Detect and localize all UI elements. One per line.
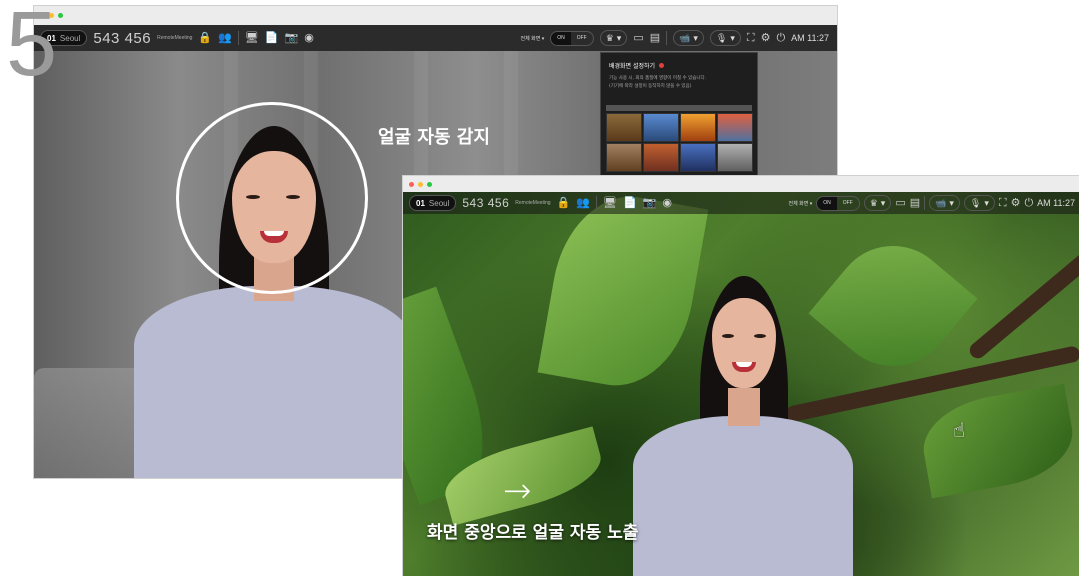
step-number: 5 (6, 0, 57, 95)
thumbnail-strip (606, 105, 752, 111)
room-name: Seoul (428, 198, 450, 208)
capture-icon[interactable]: 📷 (643, 197, 657, 209)
screen-share-icon[interactable]: 🖥 (603, 197, 617, 209)
close-window-button[interactable] (409, 182, 414, 187)
meeting-label: RemoteMeeting (157, 35, 193, 41)
host-menu[interactable]: ♛ ▾ (599, 30, 628, 46)
meeting-id: 543 456 (93, 29, 152, 47)
maximize-window-button[interactable] (427, 182, 432, 187)
background-thumbnail[interactable] (717, 143, 753, 172)
record-icon[interactable]: ◉ (304, 32, 314, 44)
mic-icon: 🎙 (715, 32, 728, 43)
background-thumbnail[interactable] (606, 143, 642, 172)
participant-face (712, 298, 776, 388)
auto-framing-caption: 화면 중앙으로 얼굴 자동 노출 (427, 523, 639, 543)
mic-menu[interactable]: 🎙 ▾ (709, 30, 741, 46)
camera-menu[interactable]: 📹 ▾ (673, 30, 704, 46)
participants-icon[interactable]: 👥 (218, 32, 232, 44)
toggle-on[interactable]: ON (551, 31, 571, 45)
panel-description: 기능 사용 시, 회의 품질에 영향이 미칠 수 있습니다. (기기에 따라 설… (609, 75, 749, 91)
on-off-toggle[interactable]: ON OFF (816, 195, 860, 211)
participants-icon[interactable]: 👥 (576, 197, 590, 209)
chevron-down-icon: ▾ (949, 197, 954, 208)
crown-icon: ♛ (605, 32, 614, 43)
maximize-window-button[interactable] (58, 13, 63, 18)
background-thumbnail[interactable] (606, 113, 642, 142)
window-titlebar (403, 176, 1079, 192)
panel-description-line1: 기능 사용 시, 회의 품질에 영향이 미칠 수 있습니다. (609, 76, 707, 81)
mic-icon: 🎙 (969, 197, 982, 208)
toolbar-divider (924, 196, 926, 210)
face-detection-label: 얼굴 자동 감지 (378, 127, 490, 148)
chevron-down-icon: ▾ (730, 32, 735, 43)
layout-icon[interactable]: ▭ (633, 32, 643, 44)
screen-share-icon[interactable]: 🖥 (245, 32, 259, 44)
arrow-right-icon: → (503, 471, 532, 511)
toggle-off[interactable]: OFF (571, 32, 593, 45)
toolbar-divider (666, 31, 668, 45)
panel-title: 배경화면 설정하기 (609, 61, 665, 70)
close-dot-icon[interactable] (659, 63, 665, 68)
background-thumbnail[interactable] (680, 143, 716, 172)
window-titlebar (34, 6, 837, 25)
clock: AM 11:27 (791, 33, 829, 43)
participant-video (618, 276, 868, 576)
settings-icon[interactable]: ⚙ (1011, 197, 1021, 209)
layout-grid-icon[interactable]: ▤ (910, 197, 920, 209)
document-icon[interactable]: 📄 (623, 197, 637, 209)
lock-icon[interactable]: 🔒 (198, 32, 212, 44)
background-thumbnail[interactable] (717, 113, 753, 142)
view-mode-select[interactable]: 전체 화면 ▾ (789, 200, 813, 207)
panel-description-line2: (기기에 따라 설정이 동작하지 않을 수 있음) (609, 84, 692, 89)
toolbar-divider (237, 31, 239, 45)
capture-icon[interactable]: 📷 (284, 32, 298, 44)
meeting-label: RemoteMeeting (515, 200, 551, 206)
document-icon[interactable]: 📄 (265, 32, 279, 44)
meeting-toolbar: 01 Seoul 543 456 RemoteMeeting 🔒 👥 🖥 📄 📷… (403, 192, 1079, 214)
view-mode-select[interactable]: 전체 화면 ▾ (521, 35, 545, 42)
room-number: 01 (416, 198, 425, 208)
chevron-down-icon: ▾ (984, 197, 989, 208)
video-icon: 📹 (679, 32, 691, 43)
meeting-toolbar: 01 Seoul 543 456 RemoteMeeting 🔒 👥 🖥 📄 📷… (34, 25, 837, 51)
camera-menu[interactable]: 📹 ▾ (929, 195, 960, 211)
room-name: Seoul (59, 33, 81, 43)
clock: AM 11:27 (1037, 198, 1075, 208)
layout-icon[interactable]: ▭ (895, 197, 905, 209)
host-menu[interactable]: ♛ ▾ (863, 195, 892, 211)
background-thumbnails (606, 113, 753, 183)
hand-cursor-icon: ☝ (953, 418, 966, 442)
chevron-down-icon: ▾ (616, 32, 622, 43)
fullscreen-icon[interactable]: ⛶ (747, 32, 755, 44)
chevron-down-icon: ▾ (693, 32, 698, 43)
record-icon[interactable]: ◉ (662, 197, 672, 209)
on-off-toggle[interactable]: ON OFF (550, 30, 594, 46)
settings-icon[interactable]: ⚙ (761, 32, 771, 44)
background-thumbnail[interactable] (680, 113, 716, 142)
room-badge[interactable]: 01 Seoul (409, 195, 457, 211)
toggle-on[interactable]: ON (817, 196, 837, 210)
video-icon: 📹 (935, 197, 947, 208)
chevron-down-icon: ▾ (880, 197, 886, 208)
exit-icon[interactable]: ⏻ (776, 32, 785, 44)
background-settings-panel[interactable]: 배경화면 설정하기 기능 사용 시, 회의 품질에 영향이 미칠 수 있습니다.… (600, 52, 758, 184)
fullscreen-icon[interactable]: ⛶ (999, 197, 1007, 209)
toolbar-divider (595, 196, 597, 210)
crown-icon: ♛ (869, 197, 878, 208)
meeting-id: 543 456 (462, 196, 510, 210)
meeting-window-foreground: 01 Seoul 543 456 RemoteMeeting 🔒 👥 🖥 📄 📷… (403, 176, 1079, 576)
toggle-off[interactable]: OFF (837, 197, 859, 210)
exit-icon[interactable]: ⏻ (1024, 197, 1033, 209)
mic-menu[interactable]: 🎙 ▾ (963, 195, 995, 211)
lock-icon[interactable]: 🔒 (557, 197, 571, 209)
background-thumbnail[interactable] (643, 113, 679, 142)
face-detection-circle (176, 102, 368, 294)
layout-grid-icon[interactable]: ▤ (650, 32, 660, 44)
panel-title-text: 배경화면 설정하기 (609, 63, 656, 70)
minimize-window-button[interactable] (418, 182, 423, 187)
background-thumbnail[interactable] (643, 143, 679, 172)
